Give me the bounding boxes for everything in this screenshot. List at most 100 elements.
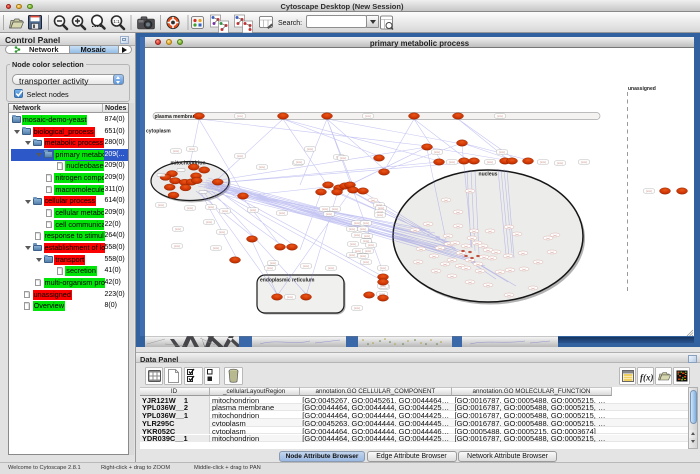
- svg-text:(xx): (xx): [419, 249, 423, 251]
- svg-text:(xx): (xx): [456, 226, 460, 228]
- svg-text:(xxx): (xxx): [296, 160, 302, 164]
- svg-text:(xxx): (xxx): [364, 234, 370, 238]
- svg-text:(xxx): (xxx): [307, 147, 313, 151]
- svg-text:(xxx): (xxx): [222, 209, 228, 213]
- svg-text:(xx): (xx): [476, 264, 480, 266]
- svg-text:(xxx): (xxx): [540, 160, 546, 164]
- svg-text:(xxx): (xxx): [365, 114, 371, 118]
- svg-text:(xx): (xx): [478, 271, 482, 273]
- svg-text:(xx): (xx): [521, 253, 525, 255]
- svg-text:(xx): (xx): [459, 253, 463, 255]
- svg-text:(xxx): (xxx): [213, 246, 219, 250]
- svg-text:(xx): (xx): [416, 262, 420, 264]
- svg-text:(xxx): (xxx): [363, 260, 369, 264]
- svg-text:mitochondrion: mitochondrion: [171, 161, 206, 167]
- svg-text:(xx): (xx): [438, 248, 442, 250]
- svg-text:(xxx): (xxx): [322, 207, 328, 211]
- svg-text:(xx): (xx): [553, 235, 557, 237]
- svg-text:(xx): (xx): [444, 200, 448, 202]
- svg-text:(xxx): (xxx): [581, 160, 587, 164]
- svg-text:(xxx): (xxx): [646, 189, 652, 193]
- svg-text:(xx): (xx): [508, 270, 512, 272]
- svg-text:(xx): (xx): [413, 230, 417, 232]
- svg-text:(xx): (xx): [472, 231, 476, 233]
- svg-text:(xxx): (xxx): [259, 165, 265, 169]
- svg-text:(xxx): (xxx): [349, 253, 355, 257]
- svg-text:(xx): (xx): [482, 257, 486, 259]
- svg-text:(xx): (xx): [546, 238, 550, 240]
- svg-text:(xx): (xx): [464, 246, 468, 248]
- svg-text:(xx): (xx): [506, 256, 510, 258]
- svg-text:nucleus: nucleus: [479, 172, 498, 178]
- svg-text:(xxx): (xxx): [287, 295, 293, 299]
- svg-text:Search:: Search:: [278, 20, 302, 27]
- svg-text:(xxx): (xxx): [189, 147, 195, 151]
- svg-text:f(x): f(x): [640, 373, 654, 383]
- svg-text:unassigned: unassigned: [628, 86, 656, 92]
- svg-text:endoplasmic reticulum: endoplasmic reticulum: [260, 278, 315, 284]
- svg-text:(xxx): (xxx): [187, 206, 193, 210]
- svg-text:(xx): (xx): [490, 258, 494, 260]
- svg-text:(xxx): (xxx): [350, 242, 356, 246]
- svg-text:(xxx): (xxx): [377, 213, 383, 217]
- svg-text:(xxx): (xxx): [250, 208, 256, 212]
- svg-text:(xx): (xx): [468, 260, 472, 262]
- svg-text:(xxx): (xxx): [557, 161, 563, 165]
- svg-text:(xx): (xx): [550, 252, 554, 254]
- svg-text:(xxx): (xxx): [174, 244, 180, 248]
- svg-text:(xx): (xx): [456, 212, 460, 214]
- svg-text:(xx): (xx): [371, 200, 375, 202]
- svg-text:(xxx): (xxx): [326, 212, 332, 216]
- svg-text:(xx): (xx): [488, 231, 492, 233]
- svg-text:(xx): (xx): [432, 256, 436, 258]
- svg-text:(xx): (xx): [494, 252, 498, 254]
- svg-text:(xxx): (xxx): [380, 266, 386, 270]
- svg-text:(xxx): (xxx): [303, 264, 309, 268]
- svg-text:(xxx): (xxx): [365, 249, 371, 253]
- svg-text:(xx): (xx): [481, 246, 485, 248]
- svg-text:(xxx): (xxx): [434, 150, 440, 154]
- svg-text:(xx): (xx): [507, 227, 511, 229]
- svg-text:(xxx): (xxx): [206, 220, 212, 224]
- svg-text:(xxx): (xxx): [332, 207, 338, 211]
- svg-text:(xx): (xx): [468, 282, 472, 284]
- svg-text:(xxx): (xxx): [487, 160, 493, 164]
- svg-text:1:1: 1:1: [113, 19, 120, 24]
- svg-text:(xx): (xx): [498, 272, 502, 274]
- svg-text:(xxx): (xxx): [368, 243, 374, 247]
- svg-text:(xx): (xx): [434, 271, 438, 273]
- svg-text:(xxx): (xxx): [270, 261, 276, 265]
- svg-text:(xxx): (xxx): [237, 114, 243, 118]
- svg-text:(xxx): (xxx): [340, 156, 346, 160]
- svg-text:(xx): (xx): [468, 191, 472, 193]
- svg-text:(xxx): (xxx): [354, 306, 360, 310]
- svg-text:(xxx): (xxx): [354, 221, 360, 225]
- svg-text:(xxx): (xxx): [349, 227, 355, 231]
- svg-text:(xxx): (xxx): [360, 227, 366, 231]
- svg-text:(xx): (xx): [446, 236, 450, 238]
- svg-text:(xx): (xx): [515, 234, 519, 236]
- svg-text:cytoplasm: cytoplasm: [146, 129, 171, 135]
- svg-text:(xx): (xx): [470, 238, 474, 240]
- svg-text:(xxx): (xxx): [363, 221, 369, 225]
- svg-text:(xx): (xx): [486, 285, 490, 287]
- svg-text:(xxx): (xxx): [219, 230, 225, 234]
- svg-text:(xxx): (xxx): [449, 160, 455, 164]
- svg-text:(xxx): (xxx): [499, 150, 505, 154]
- svg-text:(xx): (xx): [443, 264, 447, 266]
- svg-text:(xxx): (xxx): [279, 211, 285, 215]
- svg-text:(xxx): (xxx): [237, 154, 243, 158]
- svg-text:plasma membrane: plasma membrane: [155, 114, 199, 120]
- svg-text:(xx): (xx): [453, 243, 457, 245]
- svg-text:(xx): (xx): [531, 288, 535, 290]
- svg-text:(xx): (xx): [464, 268, 468, 270]
- svg-text:(xxx): (xxx): [175, 227, 181, 231]
- svg-text:(xx): (xx): [450, 276, 454, 278]
- svg-text:(xxx): (xxx): [267, 266, 273, 270]
- svg-text:(xx): (xx): [536, 262, 540, 264]
- svg-text:(xxx): (xxx): [360, 254, 366, 258]
- svg-text:(xx): (xx): [486, 250, 490, 252]
- svg-text:(xxx): (xxx): [354, 233, 360, 237]
- svg-text:(xxx): (xxx): [497, 114, 503, 118]
- svg-text:(xxx): (xxx): [328, 266, 334, 270]
